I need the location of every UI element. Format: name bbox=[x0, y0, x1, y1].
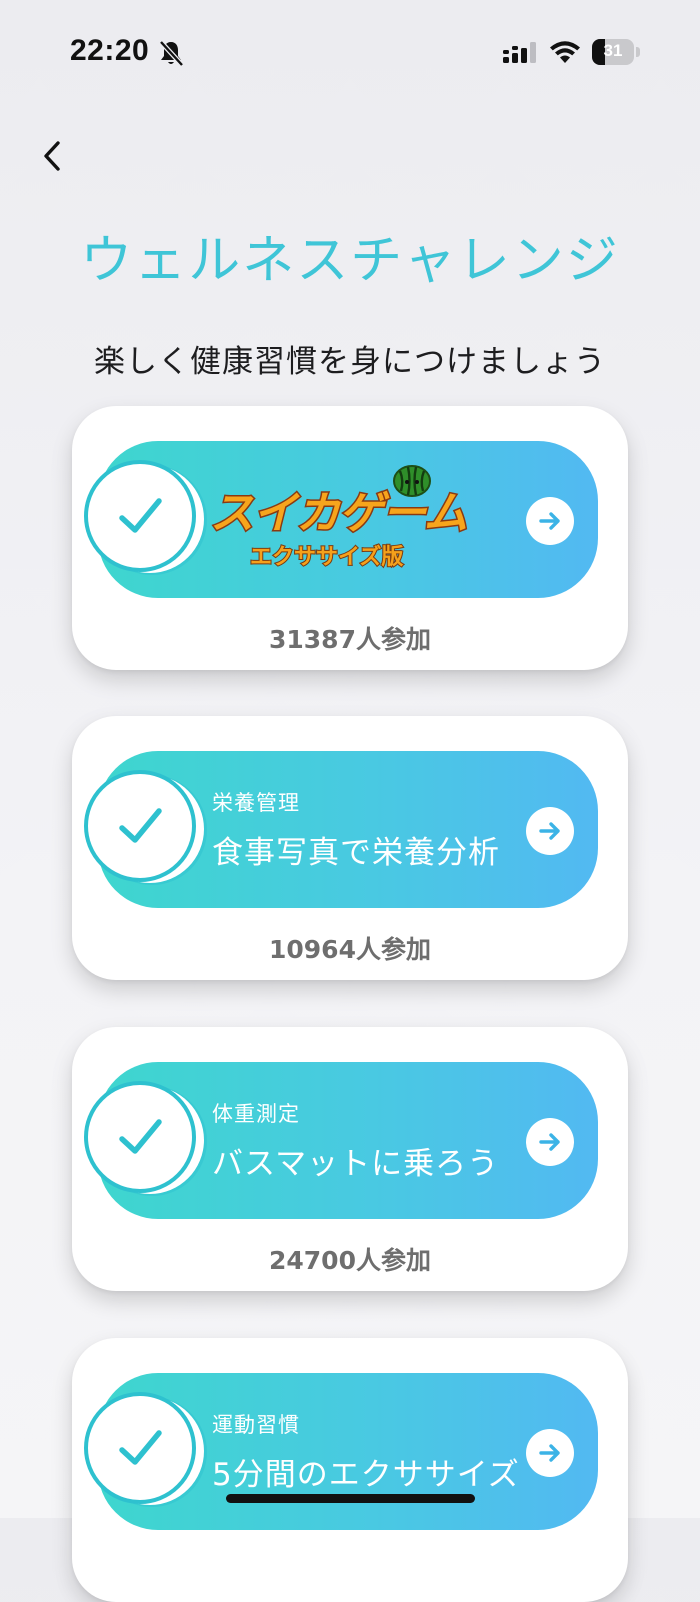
back-button[interactable] bbox=[30, 132, 74, 180]
participant-count: 31387人参加 bbox=[269, 625, 431, 654]
arrow-right-button[interactable] bbox=[526, 807, 574, 855]
challenge-card-exercise: 運動習慣 5分間のエクササイズ bbox=[72, 1338, 628, 1602]
arrow-right-icon bbox=[539, 1133, 560, 1151]
check-icon bbox=[84, 1392, 196, 1504]
arrow-right-button[interactable] bbox=[526, 497, 574, 545]
challenge-card-nutrition: 栄養管理 食事写真で栄養分析 10964人参加 bbox=[72, 716, 628, 980]
challenge-category: 運動習慣 bbox=[212, 1413, 300, 1437]
bell-slash-icon bbox=[159, 40, 184, 67]
status-bar: 22:20 31 bbox=[0, 0, 700, 100]
battery-percent: 31 bbox=[603, 41, 623, 60]
challenge-category: 体重測定 bbox=[212, 1102, 300, 1126]
challenge-card-suika: スイカゲーム エクササイズ版 31387人参加 bbox=[72, 406, 628, 670]
arrow-right-icon bbox=[539, 1444, 560, 1462]
challenge-card-weight: 体重測定 バスマットに乗ろう 24700人参加 bbox=[72, 1027, 628, 1291]
chevron-left-icon bbox=[44, 141, 60, 171]
battery-icon: 31 bbox=[592, 39, 634, 65]
battery-tip bbox=[636, 47, 640, 57]
participant-count: 24700人参加 bbox=[269, 1246, 431, 1275]
cellular-signal-icon bbox=[503, 42, 536, 63]
logo-sub-text: エクササイズ版 bbox=[249, 544, 404, 571]
page-title: ウェルネスチャレンジ bbox=[80, 231, 620, 291]
status-time: 22:20 bbox=[70, 34, 150, 67]
challenge-category: 栄養管理 bbox=[212, 791, 300, 815]
wifi-icon bbox=[550, 41, 580, 63]
check-icon bbox=[84, 1081, 196, 1193]
participant-count: 10964人参加 bbox=[269, 935, 431, 964]
check-icon bbox=[84, 460, 196, 572]
page-subtitle: 楽しく健康習慣を身につけましょう bbox=[94, 344, 606, 380]
check-icon bbox=[84, 770, 196, 882]
arrow-right-icon bbox=[539, 512, 560, 530]
suika-game-logo: スイカゲーム エクササイズ版 bbox=[209, 461, 480, 581]
challenge-title: 5分間のエクササイズ bbox=[212, 1457, 520, 1493]
arrow-right-button[interactable] bbox=[526, 1118, 574, 1166]
challenge-title: バスマットに乗ろう bbox=[212, 1146, 500, 1182]
logo-main-text: スイカゲーム bbox=[209, 487, 470, 541]
challenge-title: 食事写真で栄養分析 bbox=[212, 835, 500, 871]
arrow-right-icon bbox=[539, 822, 560, 840]
home-indicator[interactable] bbox=[226, 1494, 475, 1503]
arrow-right-button[interactable] bbox=[526, 1429, 574, 1477]
